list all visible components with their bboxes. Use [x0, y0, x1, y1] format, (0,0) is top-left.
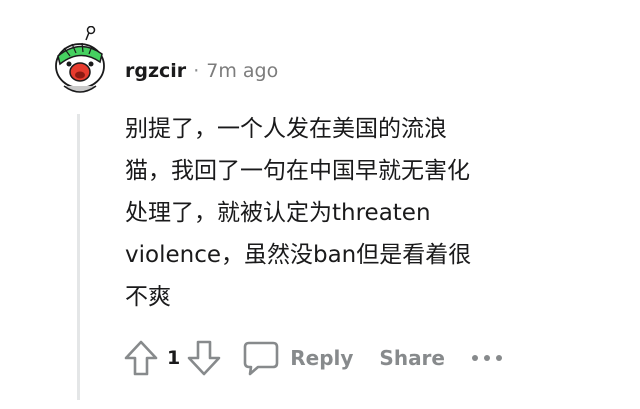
- vote-score: 1: [167, 347, 181, 369]
- user-avatar[interactable]: [50, 25, 110, 96]
- speech-bubble-icon: [243, 341, 279, 376]
- upvote-arrow-icon: [124, 340, 158, 376]
- comment-body: 别提了，一个人发在美国的流浪 猫，我回了一句在中国早就无害化 处理了，就被认定为…: [125, 108, 555, 318]
- share-button[interactable]: Share: [379, 346, 445, 370]
- downvote-arrow-icon: [187, 340, 221, 376]
- username[interactable]: rgzcir: [125, 60, 186, 82]
- comment-header: rgzcir · 7m ago: [125, 57, 278, 85]
- reply-button[interactable]: Reply: [242, 339, 353, 377]
- reply-label: Reply: [290, 346, 354, 370]
- more-options-button[interactable]: [471, 336, 503, 380]
- more-horizontal-icon: [472, 355, 502, 361]
- downvote-button[interactable]: [184, 336, 224, 380]
- timestamp[interactable]: 7m ago: [206, 60, 278, 82]
- upvote-button[interactable]: [121, 336, 161, 380]
- comment: rgzcir · 7m ago 别提了，一个人发在美国的流浪 猫，我回了一句在中…: [0, 0, 640, 409]
- comment-line: violence，虽然没ban但是看着很: [125, 242, 472, 268]
- snoo-avatar-icon: [55, 25, 105, 93]
- comment-line: 不爽: [125, 284, 171, 310]
- comment-line: 别提了，一个人发在美国的流浪: [125, 116, 447, 142]
- thread-line[interactable]: [77, 114, 80, 400]
- comment-line: 处理了，就被认定为threaten: [125, 200, 431, 226]
- comment-actions: 1 Reply Share: [121, 336, 503, 380]
- meta-separator: ·: [193, 60, 200, 82]
- comment-line: 猫，我回了一句在中国早就无害化: [125, 158, 470, 184]
